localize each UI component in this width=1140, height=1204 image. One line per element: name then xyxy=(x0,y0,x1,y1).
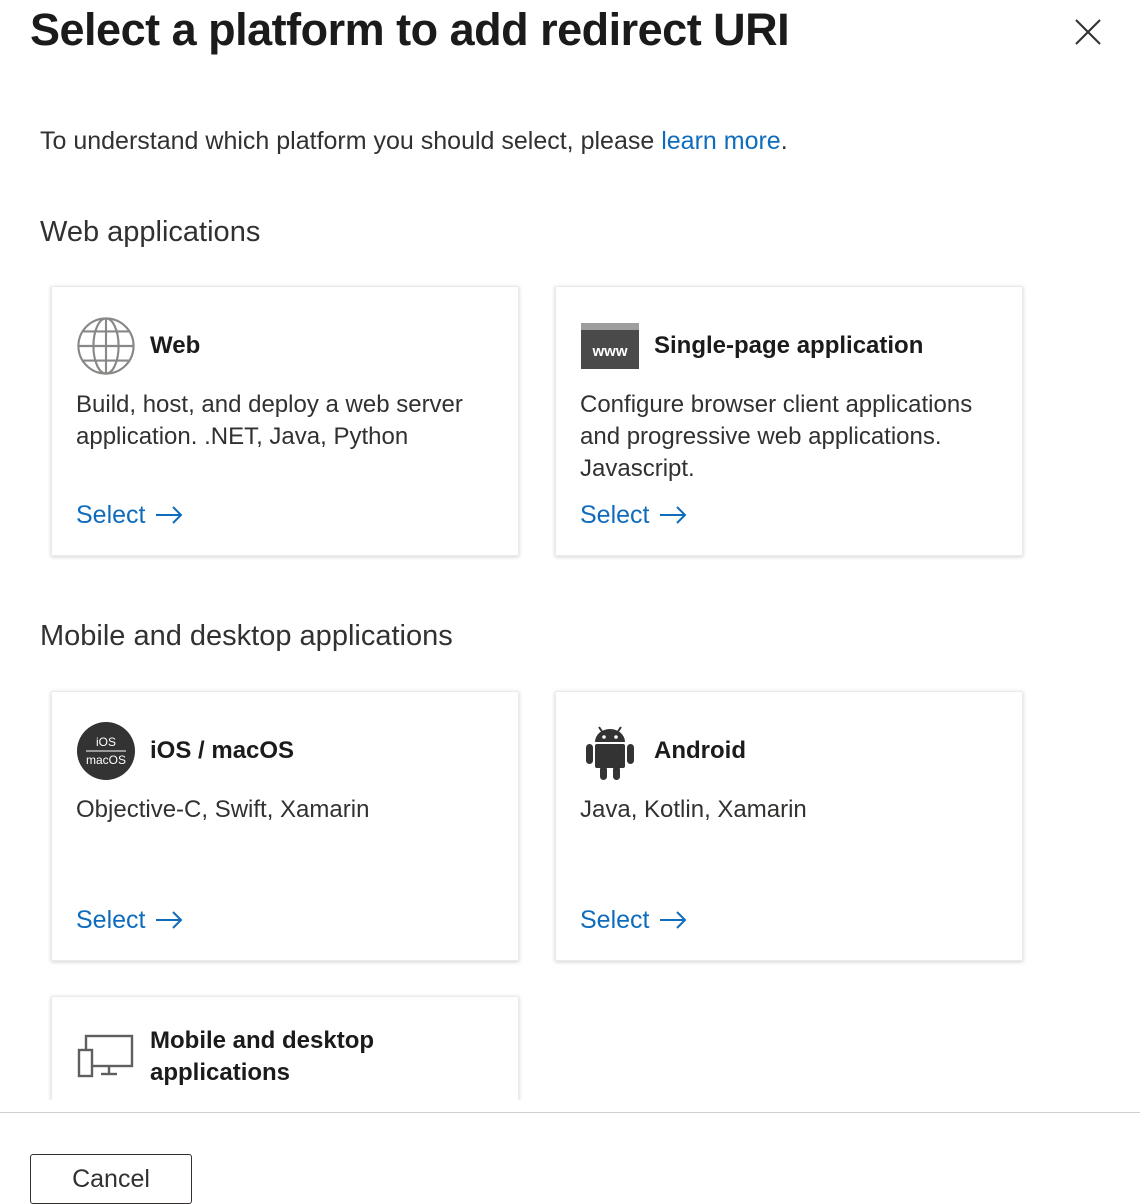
card-description: Objective-C, Swift, Xamarin xyxy=(76,796,370,823)
arrow-right-icon xyxy=(660,506,687,524)
select-label: Select xyxy=(580,501,650,529)
intro-prefix: To understand which platform you should … xyxy=(40,127,662,155)
platform-card-mobile-desktop[interactable]: Mobile and desktop applications xyxy=(51,996,519,1100)
section-heading-web: Web applications xyxy=(40,216,261,248)
arrow-right-icon xyxy=(156,506,183,524)
platform-card-android[interactable]: Android Java, Kotlin, Xamarin Select xyxy=(555,691,1023,961)
select-ios-macos-link[interactable]: Select xyxy=(76,903,183,937)
select-spa-link[interactable]: Select xyxy=(580,498,687,532)
card-title: iOS / macOS xyxy=(150,737,295,764)
card-title: Single-page application xyxy=(654,332,924,359)
select-label: Select xyxy=(76,501,146,529)
www-icon-text: www xyxy=(591,343,627,360)
select-label: Select xyxy=(580,906,650,934)
card-description: Build, host, and deploy a web server app… xyxy=(76,391,463,450)
desktop-icon xyxy=(76,1025,136,1087)
card-description: Configure browser client applications an… xyxy=(580,391,973,482)
platform-card-web[interactable]: Web Build, host, and deploy a web server… xyxy=(51,286,519,556)
intro-text: To understand which platform you should … xyxy=(40,124,788,158)
card-title: Mobile and desktop applications xyxy=(150,1027,375,1086)
arrow-right-icon xyxy=(660,911,687,929)
learn-more-link[interactable]: learn more xyxy=(661,127,781,155)
globe-icon xyxy=(76,315,136,377)
arrow-right-icon xyxy=(156,911,183,929)
platform-card-spa[interactable]: www Single-page application Configure br… xyxy=(555,286,1023,556)
close-icon xyxy=(1075,19,1101,45)
section-heading-mobile-desktop: Mobile and desktop applications xyxy=(40,620,453,652)
dialog-title: Select a platform to add redirect URI xyxy=(30,4,790,55)
select-android-link[interactable]: Select xyxy=(580,903,687,937)
macos-icon-text: macOS xyxy=(86,753,126,767)
android-icon xyxy=(580,720,640,782)
close-button[interactable] xyxy=(1068,12,1108,52)
card-description: Java, Kotlin, Xamarin xyxy=(580,796,807,823)
select-label: Select xyxy=(76,906,146,934)
footer-divider xyxy=(0,1112,1140,1113)
select-web-link[interactable]: Select xyxy=(76,498,183,532)
cancel-button[interactable]: Cancel xyxy=(30,1154,192,1204)
platform-card-ios-macos[interactable]: iOS macOS iOS / macOS Objective-C, Swift… xyxy=(51,691,519,961)
card-title: Android xyxy=(654,737,746,764)
ios-macos-icon: iOS macOS xyxy=(76,720,136,782)
card-title: Web xyxy=(150,332,201,359)
intro-suffix: . xyxy=(780,127,788,155)
ios-icon-text: iOS xyxy=(96,735,116,749)
www-window-icon: www xyxy=(580,315,640,377)
